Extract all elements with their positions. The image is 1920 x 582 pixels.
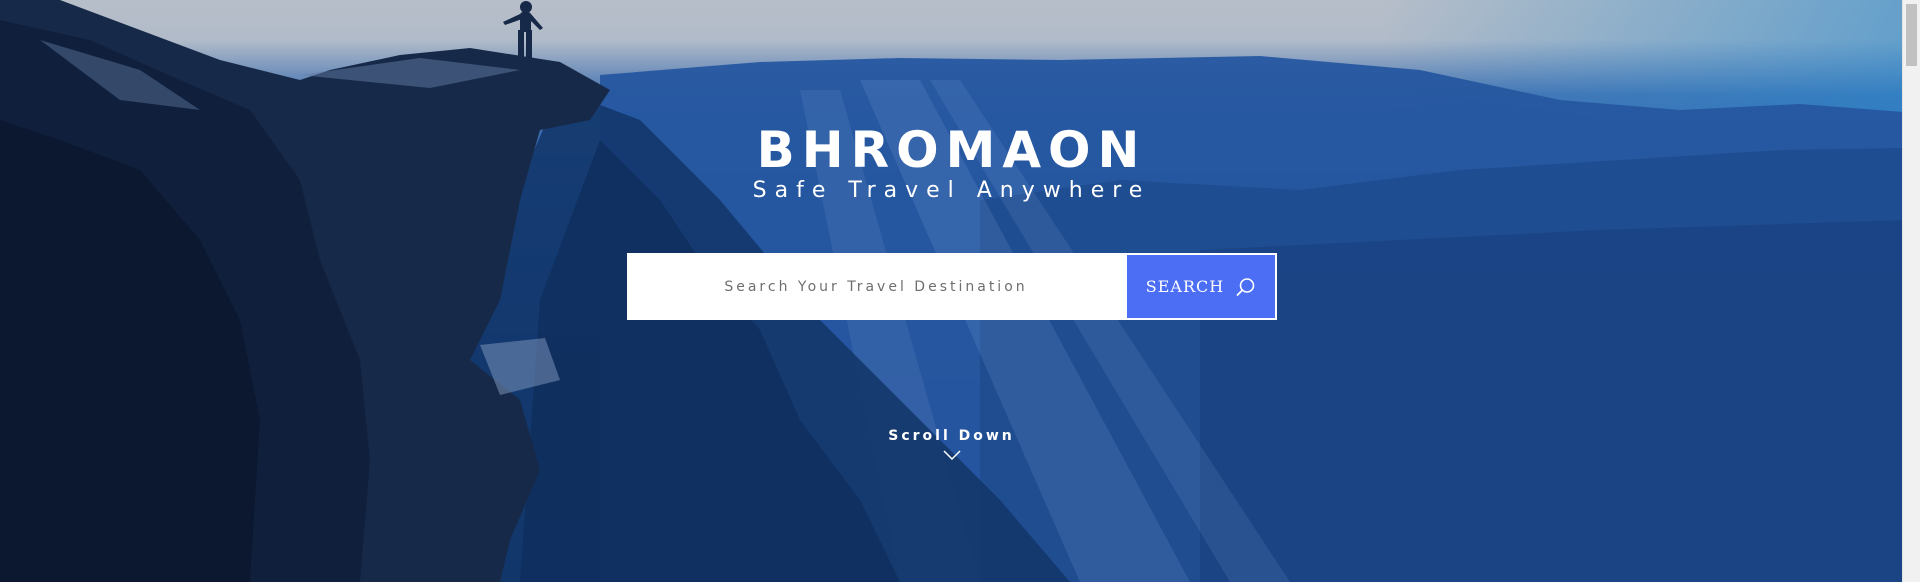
search-form: SEARCH [627,253,1277,320]
scroll-down-label: Scroll Down [888,428,1015,444]
search-icon [1236,277,1256,297]
page-scrollbar[interactable] [1902,0,1920,582]
chevron-down-icon [942,447,961,465]
search-button[interactable]: SEARCH [1125,253,1277,320]
site-tagline: Safe Travel Anywhere [752,178,1151,203]
scrollbar-thumb[interactable] [1906,4,1917,66]
page: BHROMAON Safe Travel Anywhere SEARCH Scr… [0,0,1920,582]
scroll-down-link[interactable]: Scroll Down [0,427,1903,465]
site-brand-title: BHROMAON [756,121,1147,179]
search-input[interactable] [627,253,1125,320]
search-button-label: SEARCH [1145,277,1225,296]
